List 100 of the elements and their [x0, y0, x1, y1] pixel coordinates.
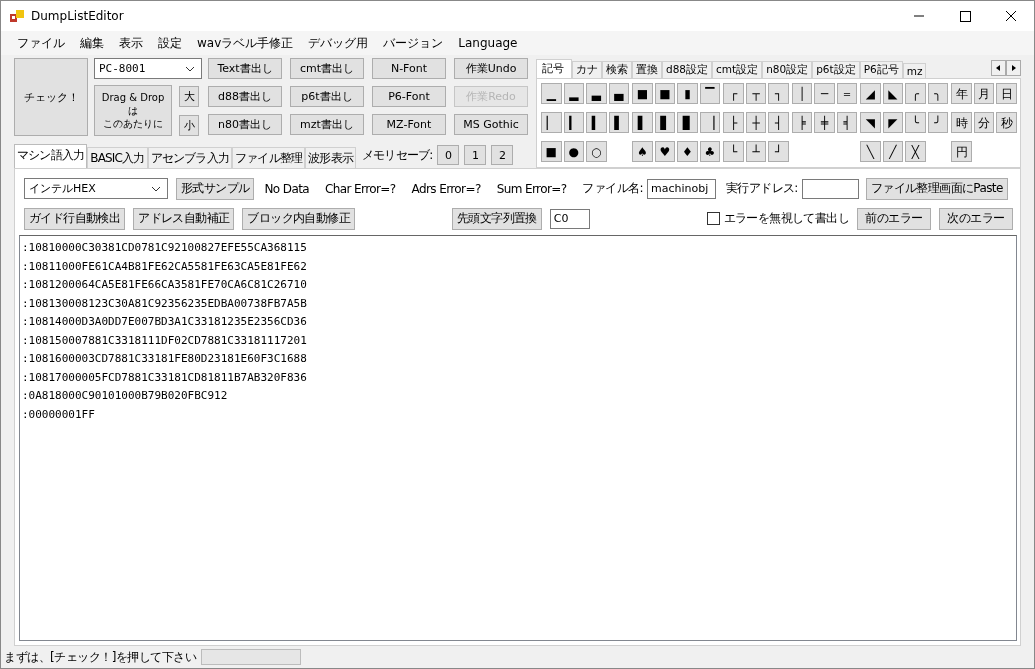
symbol-button[interactable]: ■	[541, 141, 562, 162]
symbol-button[interactable]: ╯	[927, 112, 949, 133]
mode-tab[interactable]: マシン語入力	[14, 144, 88, 168]
size-button[interactable]: 小	[179, 115, 199, 136]
toolbar-button[interactable]: MZ-Font	[372, 114, 446, 135]
symbol-button[interactable]: ♣	[699, 141, 721, 162]
symbol-button[interactable]: ─	[814, 83, 835, 104]
replace-field[interactable]: C0	[549, 208, 590, 229]
menu-item[interactable]: Language	[450, 36, 525, 50]
machine-dropdown[interactable]: PC-8001	[94, 58, 202, 79]
symbol-button[interactable]: 月	[973, 83, 995, 104]
menu-item[interactable]: ファイル	[9, 34, 72, 52]
symbol-button[interactable]: ▕	[699, 112, 721, 133]
symbol-button[interactable]: ├	[723, 112, 744, 133]
symbol-button[interactable]: └	[723, 141, 744, 162]
toolbar-button[interactable]: mzt書出し	[290, 114, 364, 135]
symbol-tab[interactable]: mz	[902, 63, 927, 78]
symbol-button[interactable]: ┴	[745, 141, 767, 162]
paste-button[interactable]: ファイル整理画面にPaste	[865, 177, 1008, 200]
symbol-button[interactable]: 円	[951, 141, 972, 162]
memory-slot-button[interactable]: 1	[464, 145, 487, 165]
scroll-right-icon[interactable]	[1006, 60, 1021, 76]
symbol-tab[interactable]: p6t設定	[812, 61, 860, 78]
auto-fix-button[interactable]: アドレス自動補正	[133, 207, 235, 230]
symbol-button[interactable]: ▁	[541, 83, 562, 104]
symbol-button[interactable]: ┐	[768, 83, 789, 104]
toolbar-button[interactable]: 作業Undo	[454, 58, 528, 79]
symbol-button[interactable]: ■	[654, 83, 676, 104]
toolbar-button[interactable]: P6-Font	[372, 86, 446, 107]
mode-tab[interactable]: アセンブラ入力	[147, 147, 232, 168]
symbol-button[interactable]: ▎	[563, 112, 584, 133]
toolbar-button[interactable]: MS Gothic	[454, 114, 528, 135]
symbol-tab[interactable]: cmt設定	[712, 61, 763, 78]
menu-item[interactable]: 設定	[150, 34, 189, 52]
symbol-button[interactable]: ╰	[905, 112, 926, 133]
symbol-button[interactable]: ＝	[836, 83, 858, 104]
memory-slot-button[interactable]: 2	[491, 145, 514, 165]
symbol-button[interactable]: ◢	[860, 83, 881, 104]
replace-button[interactable]: 先頭文字列置換	[452, 207, 542, 230]
scroll-left-icon[interactable]	[991, 60, 1006, 76]
symbol-button[interactable]: ┘	[768, 141, 789, 162]
symbol-tab[interactable]: カナ	[572, 61, 602, 78]
format-dropdown[interactable]: インテルHEX	[24, 178, 168, 199]
exec-address-field[interactable]	[801, 178, 859, 199]
toolbar-button[interactable]: n80書出し	[208, 114, 282, 135]
menu-item[interactable]: 表示	[111, 34, 150, 52]
symbol-button[interactable]: ▌	[632, 112, 653, 133]
symbol-button[interactable]: 日	[996, 83, 1017, 104]
symbol-tab[interactable]: 置換	[632, 61, 662, 78]
symbol-button[interactable]: ╭	[905, 83, 926, 104]
symbol-tab[interactable]: 検索	[602, 61, 632, 78]
format-sample-button[interactable]: 形式サンプル	[176, 177, 255, 200]
symbol-button[interactable]: ▃	[586, 83, 607, 104]
symbol-button[interactable]: ●	[563, 141, 584, 162]
symbol-button[interactable]: ╳	[905, 141, 926, 162]
symbol-button[interactable]: ╪	[814, 112, 835, 133]
symbol-button[interactable]: ╱	[882, 141, 904, 162]
toolbar-button[interactable]: cmt書出し	[290, 58, 364, 79]
symbol-button[interactable]: ♥	[654, 141, 676, 162]
symbol-button[interactable]: ▊	[677, 112, 698, 133]
menu-item[interactable]: 編集	[72, 34, 111, 52]
drop-zone-button[interactable]: Drag & Drop は このあたりに	[94, 85, 172, 136]
symbol-button[interactable]: ┼	[745, 112, 767, 133]
symbol-button[interactable]: ♦	[677, 141, 698, 162]
symbol-button[interactable]: 年	[951, 83, 972, 104]
symbol-button[interactable]: ▂	[563, 83, 584, 104]
symbol-tab[interactable]: n80設定	[762, 61, 813, 78]
auto-fix-button[interactable]: ガイド行自動検出	[24, 207, 126, 230]
menu-item[interactable]: バージョン	[375, 34, 451, 52]
symbol-button[interactable]: ▋	[654, 112, 676, 133]
symbol-button[interactable]: │	[791, 83, 813, 104]
toolbar-button[interactable]: p6t書出し	[290, 86, 364, 107]
hex-editor[interactable]	[19, 235, 1017, 641]
symbol-button[interactable]: ○	[586, 141, 607, 162]
size-button[interactable]: 大	[179, 86, 199, 107]
symbol-button[interactable]: ♠	[632, 141, 653, 162]
ignore-errors-checkbox[interactable]	[706, 212, 720, 225]
toolbar-button[interactable]: d88書出し	[208, 86, 282, 107]
prev-error-button[interactable]: 前のエラー	[857, 207, 931, 230]
symbol-button[interactable]: ■	[632, 83, 653, 104]
symbol-button[interactable]: 分	[973, 112, 995, 133]
symbol-button[interactable]: 秒	[996, 112, 1017, 133]
symbol-button[interactable]: ╲	[860, 141, 881, 162]
memory-slot-button[interactable]: 0	[437, 145, 460, 165]
check-button[interactable]: チェック！	[14, 58, 88, 136]
menu-item[interactable]: デバッグ用	[300, 34, 376, 52]
symbol-button[interactable]: ◤	[882, 112, 904, 133]
menu-item[interactable]: wavラベル手修正	[189, 34, 301, 52]
symbol-button[interactable]: ┤	[768, 112, 789, 133]
file-name-field[interactable]: machinobj	[646, 178, 716, 199]
mode-tab[interactable]: 波形表示	[305, 147, 356, 168]
auto-fix-button[interactable]: ブロック内自動修正	[242, 207, 355, 230]
symbol-button[interactable]: ╞	[791, 112, 813, 133]
symbol-button[interactable]: ▄	[608, 83, 629, 104]
toolbar-button[interactable]: Text書出し	[208, 58, 282, 79]
symbol-button[interactable]: ▌	[608, 112, 629, 133]
toolbar-button[interactable]: N-Font	[372, 58, 446, 79]
symbol-button[interactable]: ╡	[836, 112, 858, 133]
symbol-button[interactable]: ╮	[927, 83, 949, 104]
symbol-tab[interactable]: 記号	[536, 59, 572, 78]
